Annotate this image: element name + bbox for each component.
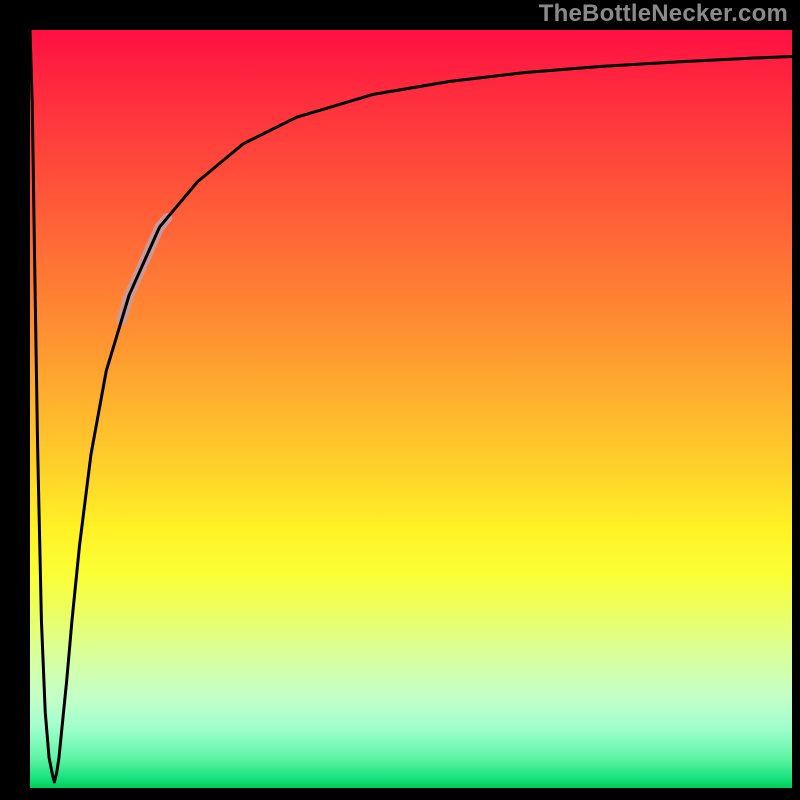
watermark-label: TheBottleNecker.com xyxy=(539,0,788,28)
chart-frame: TheBottleNecker.com xyxy=(0,0,800,800)
highlight-stripe xyxy=(121,218,167,321)
bottleneck-curve xyxy=(30,30,792,782)
curve-layer xyxy=(30,30,792,788)
